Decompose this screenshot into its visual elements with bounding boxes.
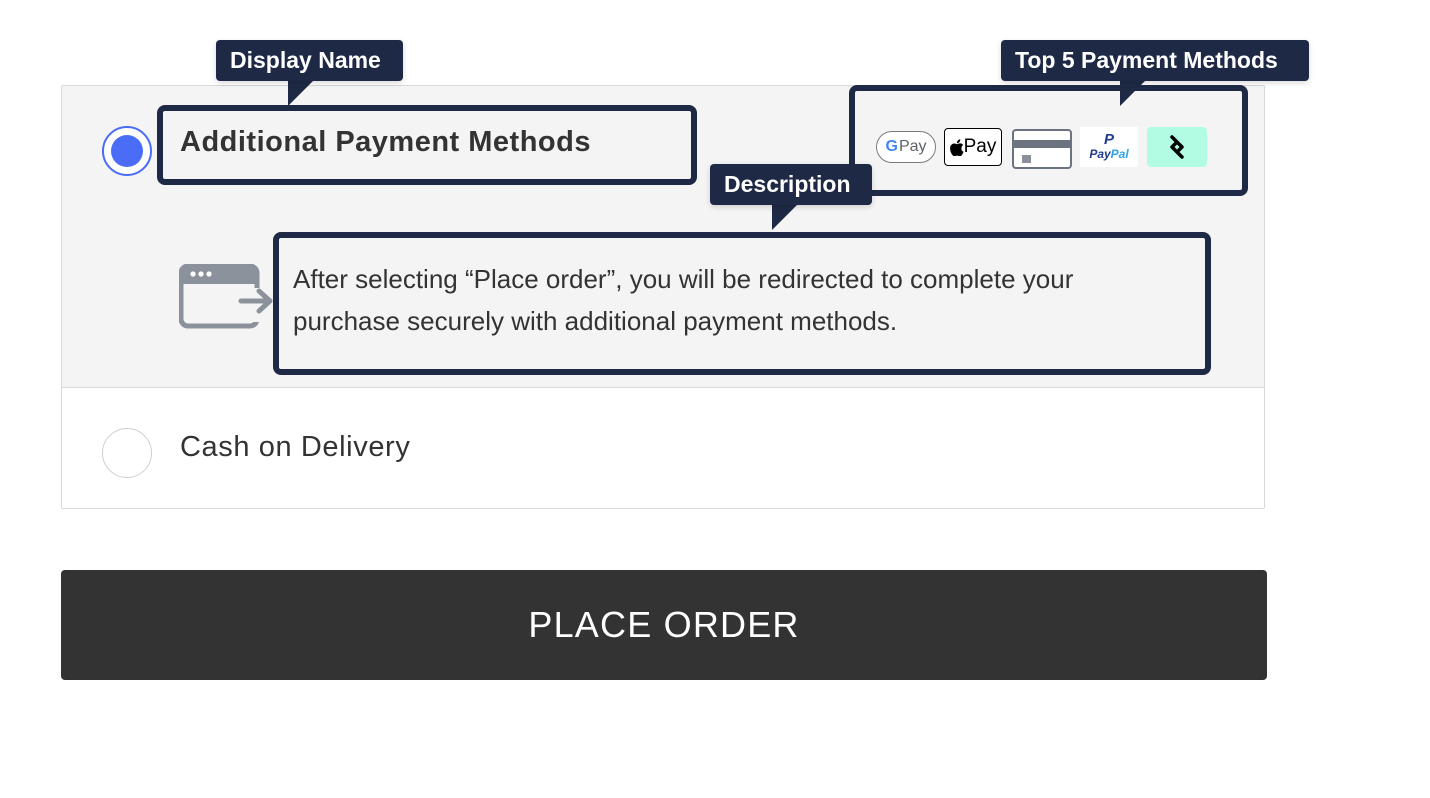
annotation-frame-display-name: [157, 105, 697, 185]
annotation-pointer: [772, 204, 798, 230]
radio-cash-on-delivery[interactable]: [102, 428, 152, 478]
annotation-pointer: [1120, 80, 1146, 106]
payment-option-label[interactable]: Cash on Delivery: [180, 431, 410, 464]
radio-selected-dot: [111, 135, 143, 167]
annotation-tag-description: Description: [710, 164, 872, 205]
redirect-window-icon: [179, 264, 273, 329]
annotation-pointer: [288, 80, 314, 106]
annotation-tag-top-payment-methods: Top 5 Payment Methods: [1001, 40, 1309, 81]
annotation-tag-display-name: Display Name: [216, 40, 403, 81]
payment-option-cod[interactable]: Cash on Delivery: [62, 388, 1264, 508]
annotation-frame-description: [273, 232, 1211, 375]
radio-additional-payment[interactable]: [102, 126, 152, 176]
place-order-button[interactable]: PLACE ORDER: [61, 570, 1267, 680]
annotation-frame-payment-logos: [849, 85, 1248, 196]
